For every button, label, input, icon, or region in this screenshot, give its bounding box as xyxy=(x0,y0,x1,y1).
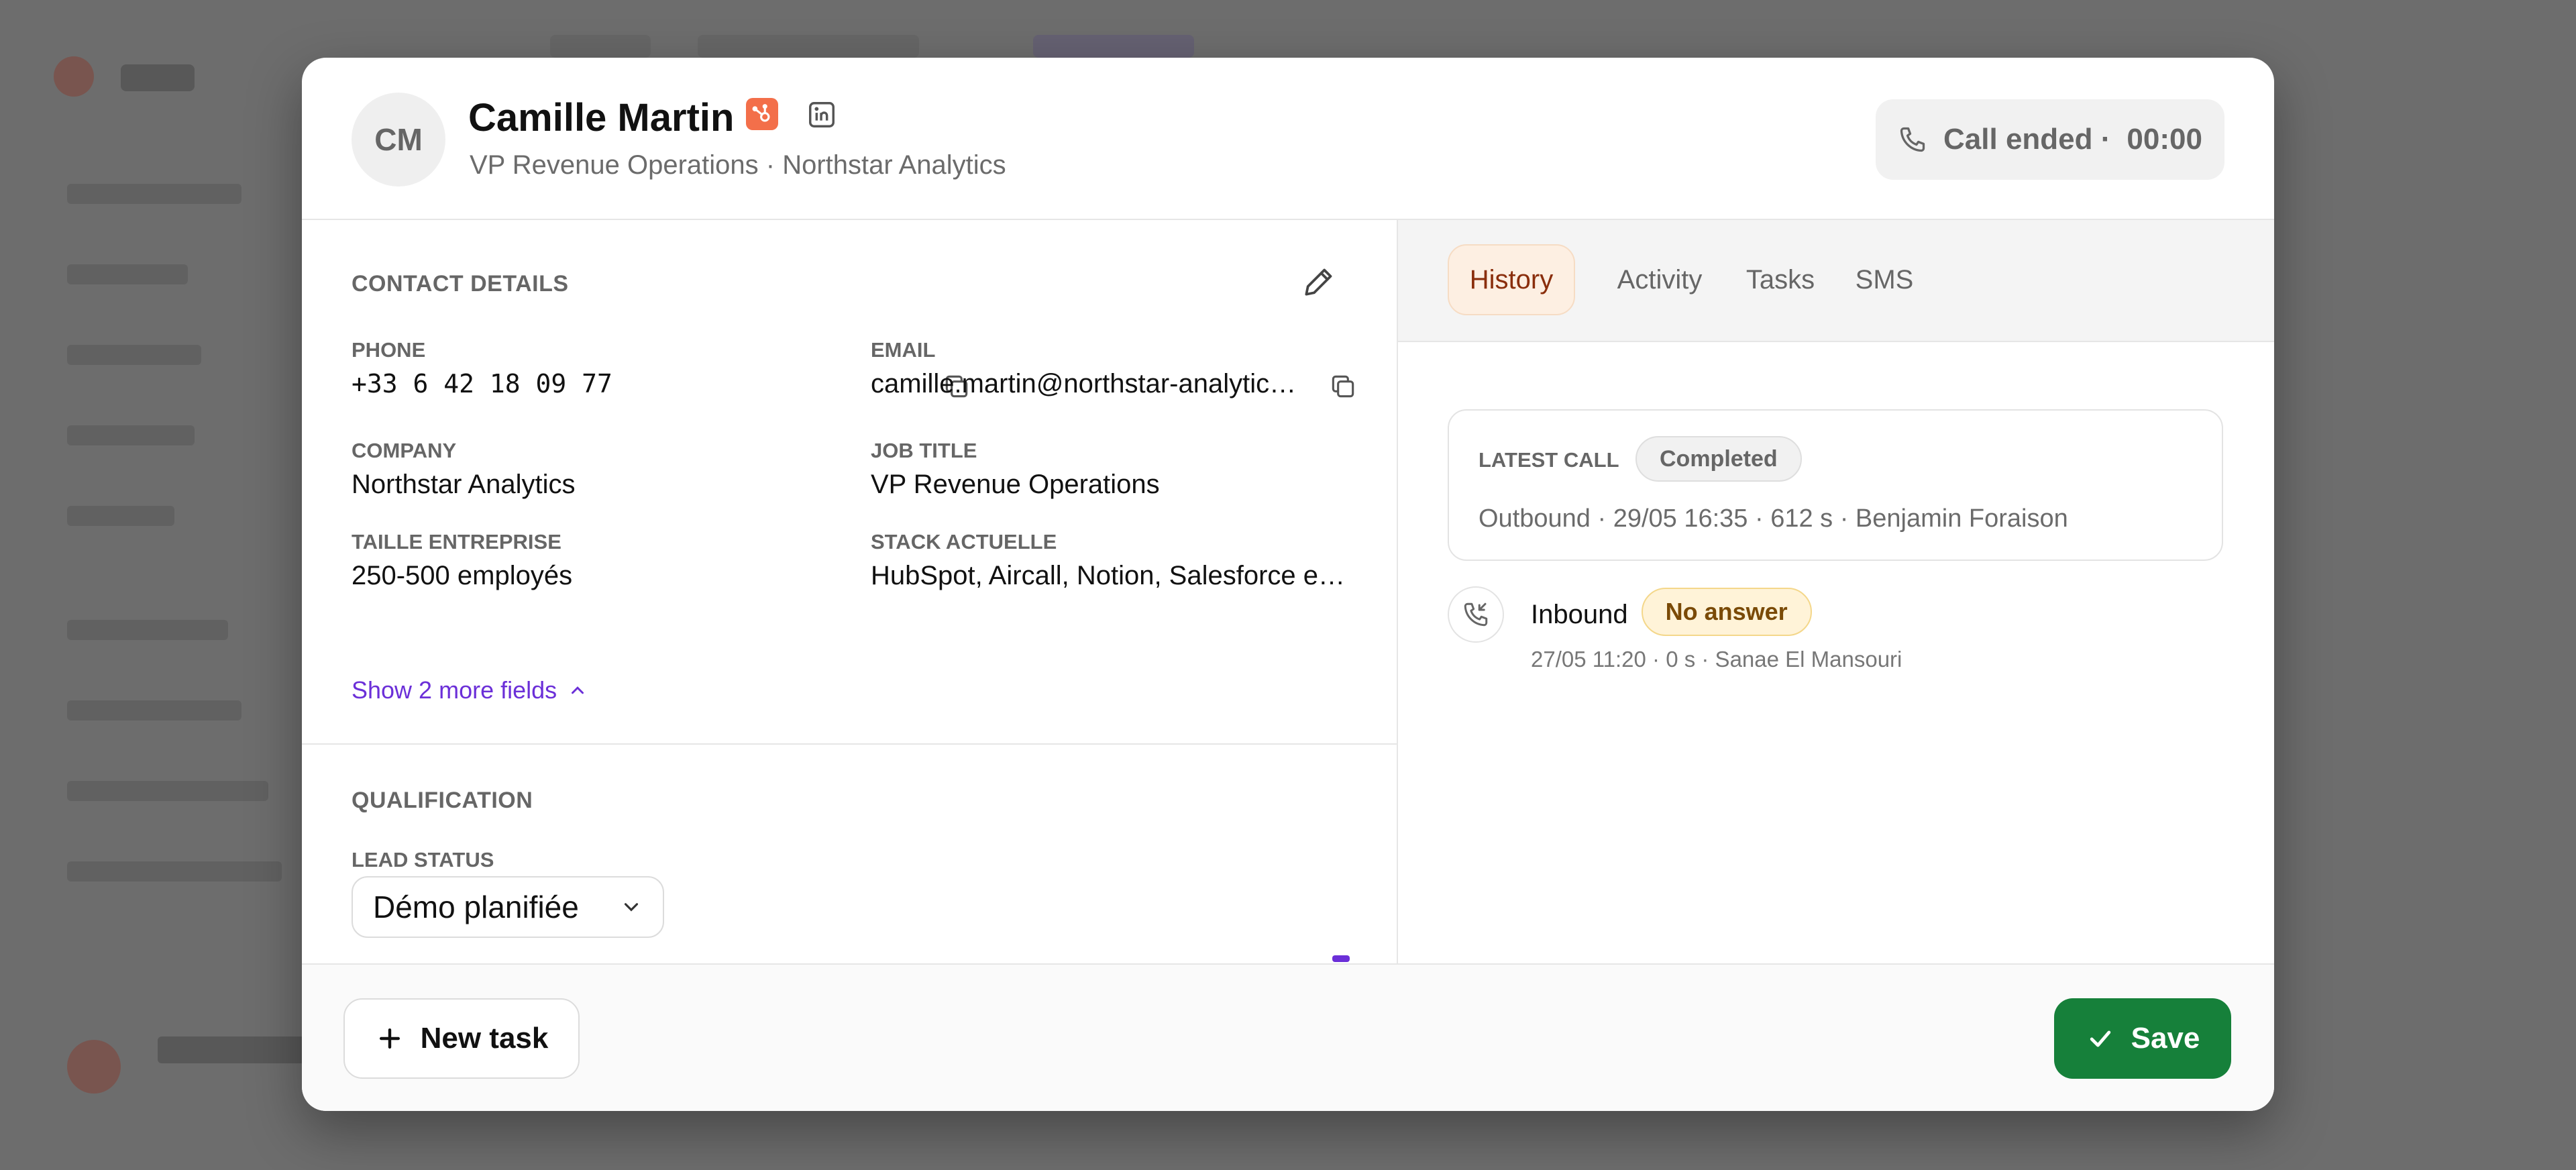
phone-value[interactable]: +33 6 42 18 09 77 xyxy=(352,369,620,398)
job-title-label: JOB TITLE xyxy=(871,439,977,462)
tabs-bar: History Activity Tasks SMS xyxy=(1398,220,2274,342)
history-pane: History Activity Tasks SMS LATEST CALL C… xyxy=(1398,220,2274,963)
call-history-item-icon xyxy=(1448,586,1504,643)
save-label: Save xyxy=(2131,1022,2200,1055)
plus-icon xyxy=(379,1028,400,1049)
section-divider xyxy=(302,743,1397,745)
latest-call-meta: Outbound · 29/05 16:35 · 612 s · Benjami… xyxy=(1479,504,2068,533)
phone-label: PHONE xyxy=(352,338,426,362)
call-history-meta: 27/05 11:20 · 0 s · Sanae El Mansouri xyxy=(1531,647,1902,672)
company-value: Northstar Analytics xyxy=(352,470,576,499)
phone-incoming-icon xyxy=(1464,602,1488,627)
show-more-fields-label: Show 2 more fields xyxy=(352,676,557,704)
check-icon xyxy=(2090,1030,2110,1047)
call-timer: 00:00 xyxy=(2127,123,2202,156)
linkedin-icon[interactable] xyxy=(806,99,837,130)
lead-status-value: Démo planifiée xyxy=(373,890,579,924)
contact-name: Camille Martin xyxy=(468,96,735,140)
modal-footer: New task Save xyxy=(302,963,2274,1111)
save-button[interactable]: Save xyxy=(2054,998,2231,1079)
new-task-button[interactable]: New task xyxy=(343,998,580,1079)
chevron-up-icon xyxy=(572,686,584,694)
contact-avatar: CM xyxy=(352,93,445,187)
tab-sms[interactable]: SMS xyxy=(1841,244,1928,315)
contact-modal: CM Camille Martin VP Revenue Operations … xyxy=(302,58,2274,1111)
scrolled-content-peek xyxy=(1332,955,1350,962)
call-status-pill: Call ended · 00:00 xyxy=(1876,99,2224,180)
current-stack-value: HubSpot, Aircall, Notion, Salesforce e… xyxy=(871,561,1346,590)
email-value[interactable]: camille.martin@northstar-analytics.com xyxy=(871,369,1300,399)
job-title-value: VP Revenue Operations xyxy=(871,470,1160,499)
lead-status-label: LEAD STATUS xyxy=(352,848,494,871)
modal-header: CM Camille Martin VP Revenue Operations … xyxy=(302,58,2274,220)
current-stack-label: STACK ACTUELLE xyxy=(871,530,1057,553)
company-size-label: TAILLE ENTREPRISE xyxy=(352,530,561,553)
company-label: COMPANY xyxy=(352,439,457,462)
pencil-icon[interactable] xyxy=(1300,263,1338,301)
show-more-fields-link[interactable]: Show 2 more fields xyxy=(352,676,588,704)
call-status-label: Call ended · xyxy=(1943,123,2111,156)
phone-icon xyxy=(1900,127,1925,152)
details-pane: CONTACT DETAILS PHONE +33 6 42 18 09 77 … xyxy=(302,220,1398,963)
hubspot-icon[interactable] xyxy=(746,98,778,130)
tab-tasks[interactable]: Tasks xyxy=(1733,244,1827,315)
contact-subtitle: VP Revenue Operations · Northstar Analyt… xyxy=(470,150,1006,180)
call-direction[interactable]: Inbound xyxy=(1531,600,1628,630)
company-size-value: 250-500 employés xyxy=(352,561,573,590)
contact-details-title: CONTACT DETAILS xyxy=(352,271,569,297)
copy-icon[interactable] xyxy=(1328,372,1358,401)
qualification-title: QUALIFICATION xyxy=(352,788,533,813)
status-badge: Completed xyxy=(1635,436,1802,482)
tab-history[interactable]: History xyxy=(1448,244,1575,315)
lead-status-select[interactable]: Démo planifiée xyxy=(352,876,664,938)
chevron-down-icon xyxy=(624,903,639,912)
email-label: EMAIL xyxy=(871,338,936,362)
tab-activity[interactable]: Activity xyxy=(1599,244,1720,315)
new-task-label: New task xyxy=(420,1022,549,1055)
latest-call-label: LATEST CALL xyxy=(1479,448,1619,472)
latest-call-card: LATEST CALL Completed Outbound · 29/05 1… xyxy=(1448,409,2223,561)
status-badge: No answer xyxy=(1641,588,1812,636)
